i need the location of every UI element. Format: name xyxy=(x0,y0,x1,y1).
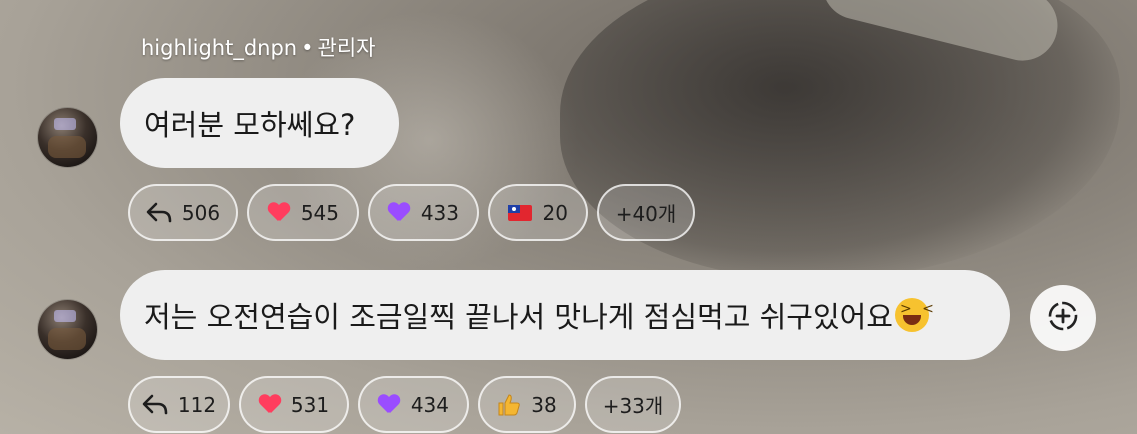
avatar[interactable] xyxy=(38,108,97,167)
more-reactions-label: +33개 xyxy=(602,394,664,418)
reaction-count: 434 xyxy=(410,392,449,417)
purple-heart-icon xyxy=(378,392,401,418)
message-bubble[interactable]: 저는 오전연습이 조금일찍 끝나서 맛나게 점심먹고 쉬구있어요 xyxy=(120,270,1010,360)
purple-heart-icon xyxy=(388,200,411,226)
reply-arrow-icon xyxy=(142,392,168,418)
thumbs-up-reaction[interactable]: 38 xyxy=(478,376,576,433)
reaction-count: 38 xyxy=(531,392,557,417)
purple-heart-reaction[interactable]: 434 xyxy=(358,376,469,433)
more-reactions-button[interactable]: +40개 xyxy=(597,184,695,241)
sender-role-badge: 관리자 xyxy=(317,36,376,60)
message-bubble[interactable]: 여러분 모하쎄요? xyxy=(120,78,399,168)
red-heart-icon xyxy=(267,200,291,226)
more-reactions-label: +40개 xyxy=(615,202,677,226)
thumbs-up-icon xyxy=(497,392,521,418)
reply-count: 112 xyxy=(177,392,217,417)
reaction-count: 20 xyxy=(542,200,568,225)
reply-chip[interactable]: 506 xyxy=(128,184,238,241)
sender-separator: • xyxy=(301,36,314,60)
reaction-row: 506 545 433 20 +40개 xyxy=(128,184,695,241)
add-reaction-icon xyxy=(1046,299,1080,337)
taiwan-flag-icon xyxy=(508,200,533,226)
message-text: 저는 오전연습이 조금일찍 끝나서 맛나게 점심먹고 쉬구있어요 xyxy=(144,300,893,334)
reply-arrow-icon xyxy=(146,200,172,226)
add-reaction-button[interactable] xyxy=(1030,285,1096,351)
red-heart-icon xyxy=(259,392,281,418)
reply-chip[interactable]: 112 xyxy=(128,376,230,433)
purple-heart-reaction[interactable]: 433 xyxy=(368,184,479,241)
red-heart-reaction[interactable]: 545 xyxy=(247,184,359,241)
sender-name[interactable]: highlight_dnpn xyxy=(141,36,297,60)
sender-line: highlight_dnpn • 관리자 xyxy=(141,32,375,62)
message-text: 여러분 모하쎄요? xyxy=(144,108,356,142)
reaction-count: 545 xyxy=(300,200,339,225)
reaction-row: 112 531 434 38 +33개 xyxy=(128,376,681,433)
flag-reaction[interactable]: 20 xyxy=(488,184,588,241)
red-heart-reaction[interactable]: 531 xyxy=(239,376,349,433)
grinning-squinting-face-icon xyxy=(895,298,937,332)
background-photo-highlight xyxy=(815,0,1065,68)
more-reactions-button[interactable]: +33개 xyxy=(585,376,681,433)
avatar[interactable] xyxy=(38,300,97,359)
reaction-count: 433 xyxy=(420,200,459,225)
reply-count: 506 xyxy=(181,200,221,225)
reaction-count: 531 xyxy=(290,392,330,417)
